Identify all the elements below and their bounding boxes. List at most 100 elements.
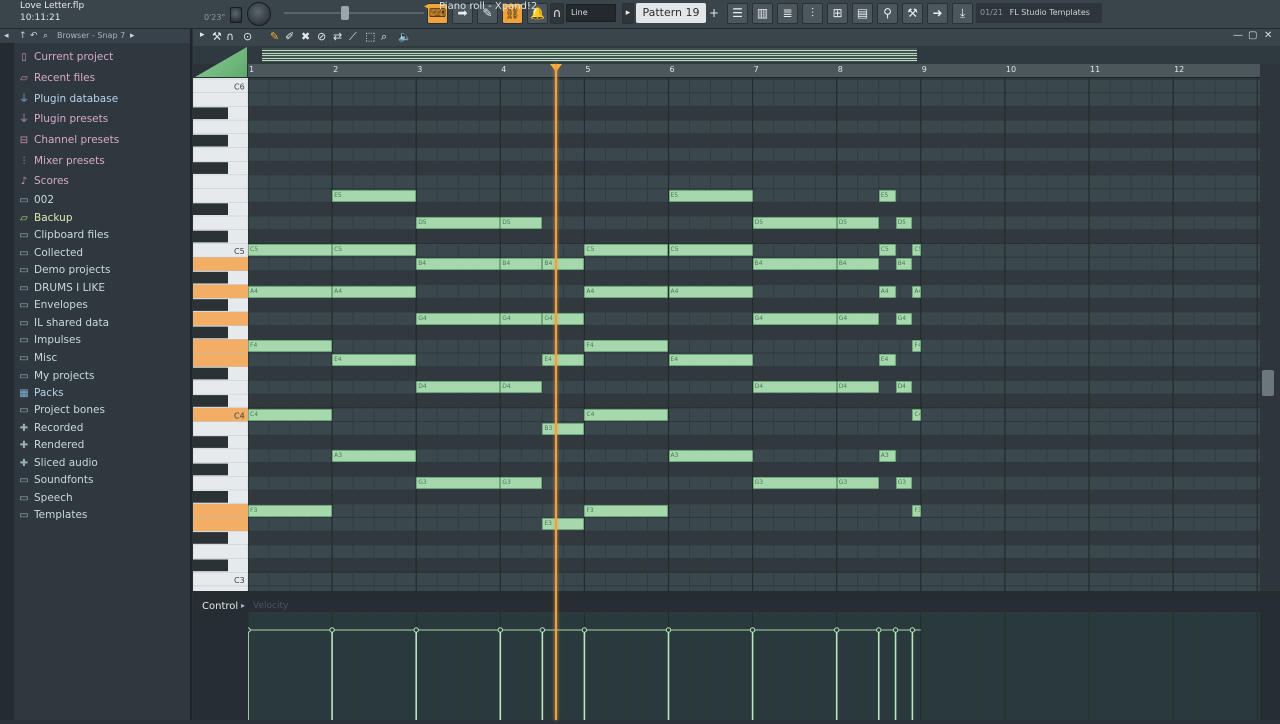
note-block[interactable]: D5: [500, 217, 543, 229]
note-block[interactable]: E4: [332, 354, 417, 366]
velocity-handle[interactable]: [539, 627, 546, 633]
browser-item[interactable]: ⏚ Plugin presets: [18, 111, 108, 127]
note-block[interactable]: A4: [912, 285, 921, 298]
white-key[interactable]: [193, 544, 248, 559]
velocity-handle[interactable]: [329, 627, 335, 633]
note-block[interactable]: C5: [248, 244, 333, 257]
note-block[interactable]: G4: [895, 312, 913, 325]
black-key[interactable]: [193, 107, 228, 120]
velocity-handle[interactable]: [497, 627, 504, 633]
step-sequencer-icon[interactable]: ≣: [777, 3, 798, 24]
note-block[interactable]: E4: [542, 354, 585, 366]
close-icon[interactable]: ✕: [1264, 30, 1272, 41]
velocity-handle[interactable]: [245, 627, 251, 633]
master-pitch-slider-thumb[interactable]: [341, 6, 349, 20]
note-block[interactable]: A3: [878, 449, 896, 462]
magnet-icon[interactable]: ∩: [550, 3, 564, 24]
note-block[interactable]: A3: [332, 449, 417, 462]
browser-item[interactable]: ▭ 002: [18, 192, 54, 208]
browser-item[interactable]: ▭ Impulses: [18, 332, 81, 348]
white-key[interactable]: [193, 256, 248, 272]
channel-rack-icon[interactable]: ▥: [752, 3, 773, 24]
browser-item[interactable]: ▭ IL shared data: [18, 315, 109, 331]
black-key[interactable]: [193, 230, 228, 243]
pattern-prev-button[interactable]: ▸: [622, 3, 634, 24]
velocity-handle[interactable]: [749, 627, 756, 633]
piano-keyboard[interactable]: C6 C5 C4 C3: [193, 78, 248, 591]
browser-item[interactable]: ▭ Envelopes: [18, 297, 88, 313]
browser-item[interactable]: ▯ Current project: [18, 49, 113, 65]
note-block[interactable]: A4: [878, 285, 896, 298]
white-key[interactable]: [193, 476, 248, 491]
note-block[interactable]: C5: [668, 244, 753, 257]
plugin-picker-icon[interactable]: ⚲: [877, 3, 898, 24]
white-key[interactable]: [193, 448, 248, 463]
browser-item[interactable]: ▭ Clipboard files: [18, 227, 109, 243]
note-block[interactable]: F4: [248, 340, 333, 353]
browser-item[interactable]: ✚ Sliced audio: [18, 455, 98, 471]
browser-item[interactable]: ▭ Soundfonts: [18, 472, 93, 488]
note-block[interactable]: G4: [836, 312, 879, 325]
collapse-icon[interactable]: ◂: [4, 29, 9, 43]
black-key[interactable]: [193, 299, 228, 311]
note-block[interactable]: C5: [912, 244, 921, 257]
velocity-handle[interactable]: [665, 627, 672, 633]
note-block[interactable]: D4: [895, 381, 913, 394]
undo-icon[interactable]: ↶: [30, 29, 38, 43]
browser-item[interactable]: ▦ Packs: [18, 385, 63, 401]
white-key[interactable]: [193, 517, 248, 532]
white-key[interactable]: [193, 147, 248, 162]
white-key[interactable]: [193, 352, 248, 367]
velocity-handle[interactable]: [876, 627, 882, 633]
playhead[interactable]: [554, 64, 557, 720]
note-block[interactable]: A4: [668, 285, 753, 298]
delete-tool-icon[interactable]: ✖: [301, 30, 310, 43]
browser-item[interactable]: ✚ Recorded: [18, 420, 84, 436]
piano-keys[interactable]: C6 C5 C4 C3: [193, 78, 248, 591]
note-block[interactable]: E4: [668, 354, 753, 366]
mute-tool-icon[interactable]: ⊘: [317, 30, 326, 43]
velocity-handle[interactable]: [581, 627, 588, 633]
vertical-scrollbar-thumb[interactable]: [1262, 370, 1274, 396]
note-block[interactable]: E4: [878, 354, 896, 366]
timeline-ruler[interactable]: 1 2 3 4 5 6 7 8 9 10 11 12: [248, 64, 1260, 78]
black-key[interactable]: [193, 532, 228, 544]
control-selector[interactable]: Control: [202, 601, 238, 612]
note-block[interactable]: A3: [668, 449, 753, 462]
browser-item[interactable]: ⏚ Plugin database: [18, 91, 118, 107]
black-key[interactable]: [193, 134, 228, 147]
black-key[interactable]: [193, 326, 228, 339]
note-block[interactable]: F3: [912, 504, 921, 517]
browser-item[interactable]: ▭ Misc: [18, 350, 57, 366]
white-key[interactable]: [193, 503, 248, 518]
control-arrow-icon[interactable]: ▸: [241, 601, 245, 610]
note-block[interactable]: D4: [500, 381, 543, 394]
note-block[interactable]: G3: [500, 477, 543, 490]
note-block[interactable]: G4: [416, 312, 501, 325]
note-block[interactable]: A4: [248, 285, 333, 298]
browser-item[interactable]: ▭ Collected: [18, 245, 83, 261]
note-block[interactable]: B4: [895, 258, 913, 271]
download-icon[interactable]: ⤓: [952, 3, 973, 24]
master-pitch-slider[interactable]: [284, 12, 424, 14]
note-block[interactable]: E5: [668, 189, 753, 202]
paint-brush-icon[interactable]: ✐: [285, 30, 294, 43]
white-key[interactable]: [193, 380, 248, 395]
minimize-icon[interactable]: —: [1233, 30, 1243, 41]
note-block[interactable]: D4: [752, 381, 837, 394]
note-block[interactable]: D4: [416, 381, 501, 394]
black-key[interactable]: [193, 395, 228, 407]
note-block[interactable]: G3: [752, 477, 837, 490]
white-key[interactable]: [193, 311, 248, 326]
white-key[interactable]: [193, 421, 248, 436]
note-block[interactable]: G4: [752, 312, 837, 325]
black-key[interactable]: [193, 367, 228, 380]
browser-item[interactable]: ▭ My projects: [18, 368, 94, 384]
note-block[interactable]: B3: [542, 422, 585, 435]
search-icon[interactable]: ⌕: [43, 29, 48, 43]
white-key[interactable]: [193, 339, 248, 354]
note-grid[interactable]: E5E5E5D5D5D5D5D5C5C5C5C5C5C5B4B4B4B4B4B4…: [248, 78, 1260, 591]
note-block[interactable]: C5: [584, 244, 669, 257]
black-key[interactable]: [193, 491, 228, 503]
black-key[interactable]: [193, 463, 228, 476]
